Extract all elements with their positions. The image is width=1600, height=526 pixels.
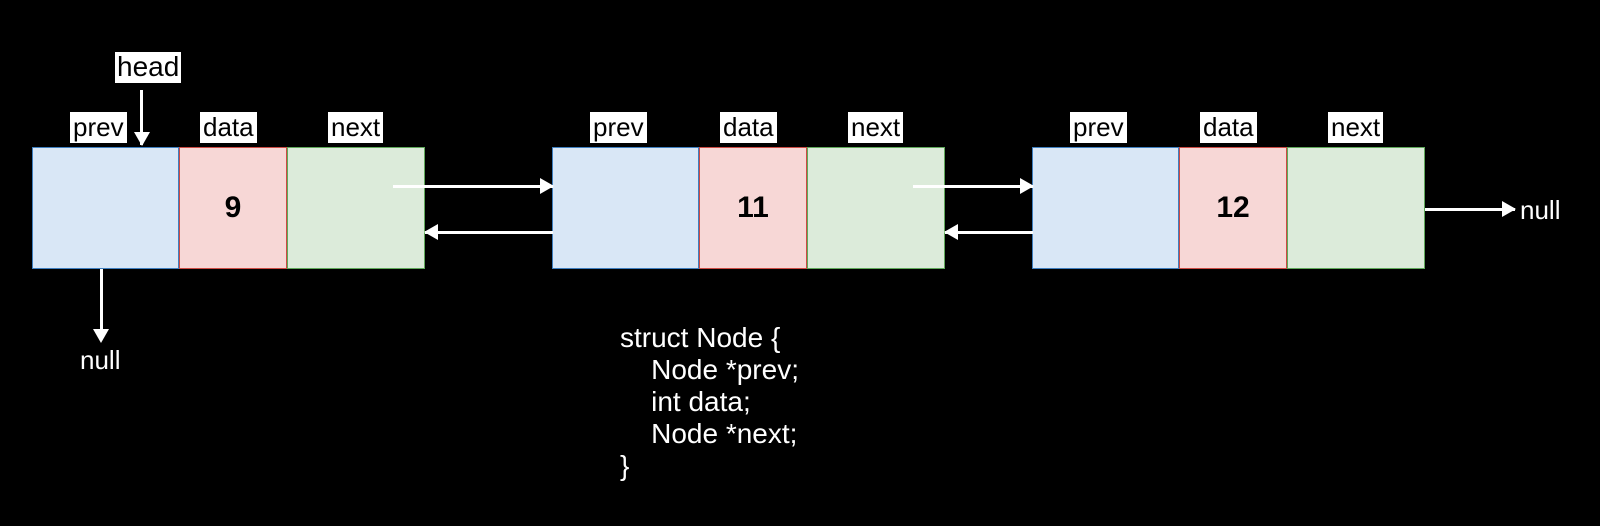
null-tail: null bbox=[1520, 195, 1560, 226]
field-label-prev-1: prev bbox=[70, 112, 127, 143]
head-label: head bbox=[115, 52, 181, 83]
node-1-next bbox=[287, 147, 425, 269]
arrow-prev-1-null-head bbox=[93, 329, 109, 343]
node-2-next bbox=[807, 147, 945, 269]
node-3-next bbox=[1287, 147, 1425, 269]
node-1: 9 bbox=[32, 147, 425, 269]
node-3-data: 12 bbox=[1179, 147, 1287, 269]
node-3-value: 12 bbox=[1216, 191, 1249, 225]
field-label-data-2: data bbox=[720, 112, 777, 143]
node-1-prev bbox=[32, 147, 179, 269]
null-head: null bbox=[80, 345, 120, 376]
node-2-data: 11 bbox=[699, 147, 807, 269]
field-label-data-1: data bbox=[200, 112, 257, 143]
field-label-prev-2: prev bbox=[590, 112, 647, 143]
node-2-prev bbox=[552, 147, 699, 269]
node-1-value: 9 bbox=[225, 191, 242, 225]
field-label-prev-3: prev bbox=[1070, 112, 1127, 143]
node-3-prev bbox=[1032, 147, 1179, 269]
struct-code: struct Node { Node *prev; int data; Node… bbox=[620, 322, 799, 482]
field-label-next-3: next bbox=[1328, 112, 1383, 143]
arrow-next-1-2 bbox=[393, 185, 553, 186]
arrow-prev-2-1 bbox=[425, 231, 553, 232]
node-2-value: 11 bbox=[737, 191, 769, 225]
arrow-next-2-3 bbox=[913, 185, 1033, 186]
arrow-prev-3-2 bbox=[945, 231, 1033, 232]
field-label-next-2: next bbox=[848, 112, 903, 143]
node-3: 12 bbox=[1032, 147, 1425, 269]
field-label-next-1: next bbox=[328, 112, 383, 143]
head-arrow bbox=[140, 90, 141, 145]
arrow-prev-1-null-line bbox=[100, 269, 103, 334]
node-2: 11 bbox=[552, 147, 945, 269]
linked-list-diagram: head prev data next 9 prev data next 11 … bbox=[0, 0, 1600, 526]
node-1-data: 9 bbox=[179, 147, 287, 269]
arrow-next-3-null bbox=[1425, 208, 1515, 209]
field-label-data-3: data bbox=[1200, 112, 1257, 143]
